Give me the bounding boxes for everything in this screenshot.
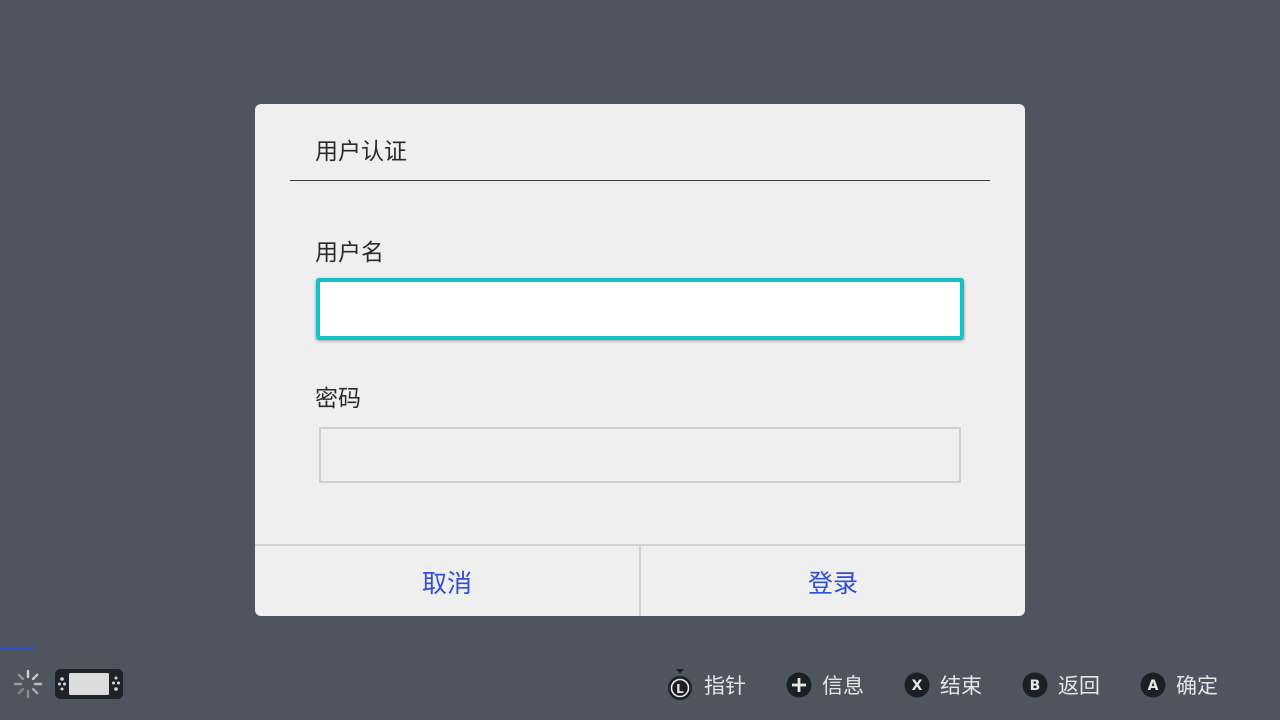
title-divider — [290, 180, 990, 181]
hint-label: 指针 — [704, 674, 746, 698]
cancel-button[interactable]: 取消 — [255, 546, 641, 616]
hint-confirm[interactable]: A 确定 — [1140, 670, 1218, 700]
hint-label: 确定 — [1176, 674, 1218, 698]
loading-spinner-icon — [13, 669, 43, 699]
button-hints-bar: L 指针 信息 X 结束 B 返回 A 确定 — [666, 668, 1218, 702]
username-input[interactable] — [316, 278, 964, 340]
hint-label: 返回 — [1058, 674, 1100, 698]
svg-text:B: B — [1030, 678, 1041, 694]
hint-label: 结束 — [940, 674, 982, 698]
hint-end[interactable]: X 结束 — [904, 670, 982, 700]
dialog-button-row: 取消 登录 — [255, 544, 1025, 616]
a-button-icon: A — [1140, 672, 1166, 698]
progress-indicator — [0, 648, 36, 650]
hint-label: 信息 — [822, 674, 864, 698]
svg-text:L: L — [676, 682, 684, 696]
handheld-console-icon — [55, 669, 123, 699]
svg-text:A: A — [1148, 678, 1159, 694]
hint-info[interactable]: 信息 — [786, 670, 864, 700]
x-button-icon: X — [904, 672, 930, 698]
password-label: 密码 — [315, 386, 361, 412]
login-button[interactable]: 登录 — [641, 546, 1025, 616]
l-stick-icon: L — [668, 669, 692, 700]
hint-pointer[interactable]: L 指针 — [666, 668, 746, 702]
auth-dialog: 用户认证 用户名 密码 取消 登录 — [255, 104, 1025, 616]
hint-back[interactable]: B 返回 — [1022, 670, 1100, 700]
password-input[interactable] — [319, 427, 961, 483]
b-button-icon: B — [1022, 672, 1048, 698]
username-label: 用户名 — [315, 240, 384, 266]
svg-text:X: X — [912, 678, 923, 694]
dialog-title: 用户认证 — [315, 139, 407, 165]
plus-button-icon — [786, 672, 812, 698]
status-area — [12, 668, 124, 700]
